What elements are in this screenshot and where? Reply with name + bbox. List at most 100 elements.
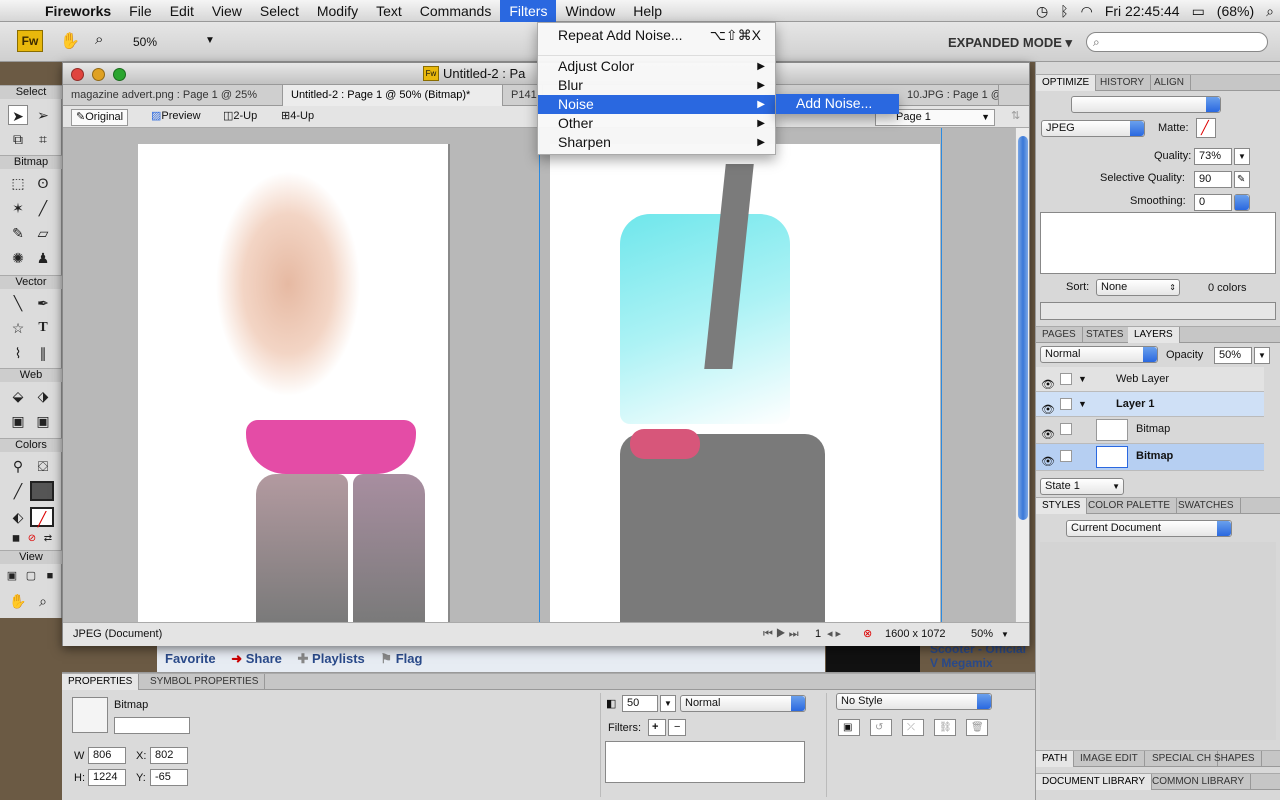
x-field[interactable]: 802 bbox=[150, 747, 188, 764]
object-name-field[interactable] bbox=[114, 717, 190, 734]
opacity-dropdown-icon[interactable]: ▼ bbox=[1254, 347, 1270, 364]
page-nav-icon[interactable]: ⇅ bbox=[1007, 109, 1024, 126]
tab-magazine-advert[interactable]: magazine advert.png : Page 1 @ 25% bbox=[63, 85, 283, 106]
stroke-color-icon[interactable]: ╱ bbox=[8, 481, 28, 501]
tab-pages[interactable]: PAGES bbox=[1036, 327, 1083, 343]
tab-jpg[interactable]: 10.JPG : Page 1 @ 2 bbox=[899, 85, 999, 106]
break-link-icon[interactable]: ⤫ bbox=[902, 719, 924, 736]
new-style-icon[interactable]: ▣ bbox=[838, 719, 860, 736]
workspace-mode-button[interactable]: EXPANDED MODE ▾ bbox=[948, 35, 1072, 51]
tab-optimize[interactable]: OPTIMIZE bbox=[1036, 75, 1097, 91]
time-machine-icon[interactable]: ◷ bbox=[1030, 3, 1054, 20]
tab-color-palette[interactable]: COLOR PALETTE bbox=[1082, 498, 1178, 514]
hide-slices-icon[interactable]: ▣ bbox=[8, 411, 28, 431]
object-opacity-field[interactable]: 50 bbox=[622, 695, 658, 712]
marquee-tool-icon[interactable]: ⬚ bbox=[8, 173, 28, 193]
magic-wand-icon[interactable]: ✶ bbox=[8, 198, 28, 218]
torso-bitmap[interactable] bbox=[138, 144, 448, 622]
spotlight-icon[interactable]: ⌕ bbox=[1260, 3, 1280, 20]
flag-link[interactable]: Flag bbox=[396, 651, 423, 666]
pen-tool-icon[interactable]: ✒ bbox=[33, 293, 53, 313]
y-field[interactable]: -65 bbox=[150, 769, 188, 786]
eye-icon[interactable]: 👁 bbox=[1041, 450, 1055, 474]
preset-select[interactable] bbox=[1071, 96, 1221, 113]
line-tool-icon[interactable]: ╲ bbox=[8, 293, 28, 313]
hand-icon[interactable]: ✋ bbox=[60, 31, 80, 51]
view-2up-button[interactable]: ◫2-Up bbox=[219, 109, 261, 126]
menu-help[interactable]: Help bbox=[624, 0, 671, 22]
frame-controls-icon[interactable]: ⏮▶⏭ bbox=[763, 623, 802, 646]
menu-app[interactable]: Fireworks bbox=[36, 0, 120, 22]
playlists-link[interactable]: Playlists bbox=[312, 651, 365, 666]
search-input[interactable]: ⌕ bbox=[1086, 32, 1268, 52]
frame-nav-icon[interactable]: ◂▸ bbox=[827, 623, 844, 646]
zoom-dropdown-icon[interactable]: ▼ bbox=[205, 35, 215, 46]
tab-shapes[interactable]: SHAPES bbox=[1208, 751, 1262, 767]
view-4up-button[interactable]: ⊞4-Up bbox=[277, 109, 318, 126]
layer-row-web[interactable]: 👁 ▼ Web Layer bbox=[1036, 367, 1264, 392]
fill-color-swatch[interactable]: ╱ bbox=[30, 507, 54, 527]
styles-library-select[interactable]: Current Document bbox=[1066, 520, 1232, 537]
menu-select[interactable]: Select bbox=[251, 0, 308, 22]
blur-tool-icon[interactable]: ✺ bbox=[8, 248, 28, 268]
battery-percent[interactable]: (68%) bbox=[1211, 3, 1260, 19]
pencil-tool-icon[interactable]: ✎ bbox=[8, 223, 28, 243]
lasso-tool-icon[interactable]: ʘ bbox=[33, 173, 53, 193]
text-tool-icon[interactable]: T bbox=[33, 318, 53, 338]
scroll-thumb[interactable] bbox=[1018, 136, 1028, 520]
wifi-icon[interactable]: ◠ bbox=[1075, 3, 1099, 20]
guide-line[interactable] bbox=[941, 128, 942, 622]
lock-checkbox[interactable] bbox=[1060, 450, 1072, 462]
lock-checkbox[interactable] bbox=[1060, 373, 1072, 385]
menu-modify[interactable]: Modify bbox=[308, 0, 367, 22]
clock[interactable]: Fri 22:45:44 bbox=[1099, 3, 1186, 19]
collapse-icon[interactable]: ▼ bbox=[1078, 392, 1087, 416]
suit-bitmap[interactable] bbox=[550, 144, 940, 622]
share-link[interactable]: Share bbox=[246, 651, 282, 666]
layer-row-bitmap-1[interactable]: 👁 Bitmap bbox=[1036, 417, 1264, 444]
eyedropper-icon[interactable]: ⚲ bbox=[8, 456, 28, 476]
bluetooth-icon[interactable]: ᛒ bbox=[1054, 3, 1074, 19]
opacity-field[interactable]: 50% bbox=[1214, 347, 1252, 364]
edit-selective-icon[interactable]: ✎ bbox=[1234, 171, 1250, 188]
stamp-tool-icon[interactable]: ♟ bbox=[33, 248, 53, 268]
state-select[interactable]: State 1 ▼ bbox=[1040, 478, 1124, 495]
quality-field[interactable]: 73% bbox=[1194, 148, 1232, 165]
menu-item-noise[interactable]: Noise ▶ bbox=[538, 95, 775, 114]
view-preview-button[interactable]: ▨Preview bbox=[147, 109, 205, 126]
height-field[interactable]: 1224 bbox=[88, 769, 126, 786]
tab-common-library[interactable]: COMMON LIBRARY bbox=[1146, 774, 1252, 790]
layer-row-layer-1[interactable]: 👁 ▼ Layer 1 bbox=[1036, 392, 1264, 417]
delete-style-icon[interactable]: 🗑 bbox=[966, 719, 988, 736]
standard-screen-icon[interactable]: ▣ bbox=[2, 566, 22, 586]
remove-filter-button[interactable]: − bbox=[668, 719, 686, 736]
scale-tool-icon[interactable]: ⧉ bbox=[8, 129, 28, 149]
vertical-scrollbar[interactable] bbox=[1015, 128, 1029, 622]
video-thumbnail[interactable] bbox=[826, 646, 920, 672]
zoom-tool-icon[interactable]: ⌕ bbox=[33, 591, 53, 611]
eraser-tool-icon[interactable]: ▱ bbox=[33, 223, 53, 243]
full-screen-icon[interactable]: ■ bbox=[40, 566, 60, 586]
menu-filters[interactable]: Filters bbox=[500, 0, 557, 22]
subselect-tool-icon[interactable]: ➢ bbox=[33, 105, 53, 125]
close-button[interactable] bbox=[71, 68, 84, 81]
tab-styles[interactable]: STYLES bbox=[1036, 498, 1088, 514]
full-screen-menus-icon[interactable]: ▢ bbox=[21, 566, 41, 586]
tab-layers[interactable]: LAYERS bbox=[1128, 327, 1180, 343]
battery-icon[interactable]: ▭ bbox=[1186, 3, 1211, 20]
crop-tool-icon[interactable]: ⌗ bbox=[33, 129, 53, 149]
hand-tool-icon[interactable]: ✋ bbox=[8, 591, 28, 611]
style-select[interactable]: No Style bbox=[836, 693, 992, 710]
menu-item-adjust-color[interactable]: Adjust Color ▶ bbox=[538, 57, 775, 76]
menu-item-blur[interactable]: Blur ▶ bbox=[538, 76, 775, 95]
menu-window[interactable]: Window bbox=[556, 0, 624, 22]
show-slices-icon[interactable]: ▣ bbox=[33, 411, 53, 431]
link-style-icon[interactable]: ⛓ bbox=[934, 719, 956, 736]
redefine-style-icon[interactable]: ↺ bbox=[870, 719, 892, 736]
format-select[interactable]: JPEG bbox=[1041, 120, 1145, 137]
favorite-link[interactable]: Favorite bbox=[165, 651, 216, 666]
knife-tool-icon[interactable]: ∥ bbox=[33, 343, 53, 363]
sort-select[interactable]: None ⇕ bbox=[1096, 279, 1180, 296]
hotspot-tool-icon[interactable]: ⬙ bbox=[8, 386, 28, 406]
layer-row-bitmap-2[interactable]: 👁 Bitmap bbox=[1036, 444, 1264, 471]
